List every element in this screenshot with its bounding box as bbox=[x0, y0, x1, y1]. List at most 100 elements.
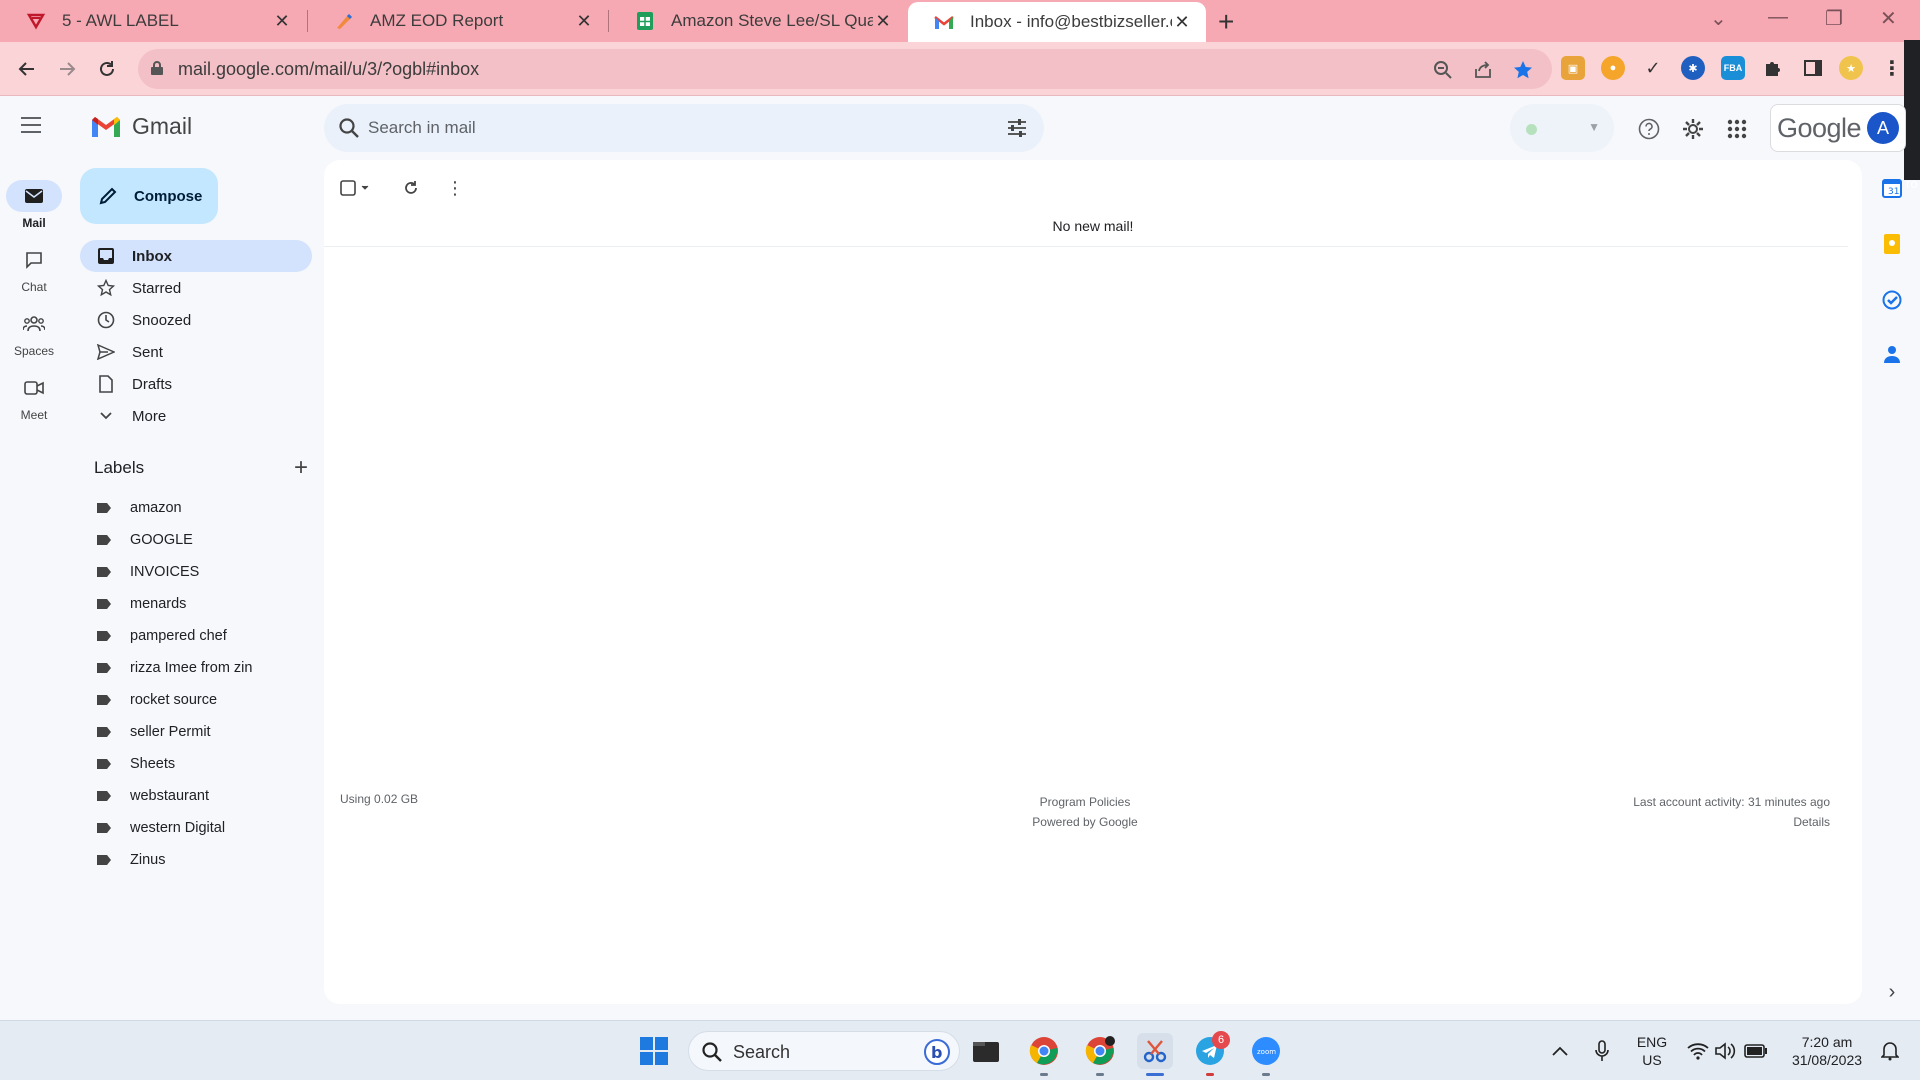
avatar[interactable]: A bbox=[1867, 112, 1899, 144]
extensions-puzzle-icon[interactable] bbox=[1761, 56, 1785, 80]
rail-item-mail[interactable]: Mail bbox=[0, 180, 68, 230]
extension-jar-icon[interactable]: ▣ bbox=[1561, 56, 1585, 80]
restore-window-icon[interactable]: ❐ bbox=[1825, 6, 1843, 31]
label-item[interactable]: GOOGLE bbox=[96, 528, 193, 552]
details-link[interactable]: Details bbox=[1633, 812, 1830, 832]
keep-icon[interactable] bbox=[1880, 232, 1904, 256]
snipping-tool-icon[interactable] bbox=[1137, 1033, 1173, 1069]
nav-item-inbox[interactable]: Inbox bbox=[80, 240, 312, 272]
share-icon[interactable] bbox=[1472, 59, 1494, 81]
clock[interactable]: 7:20 am 31/08/2023 bbox=[1782, 1033, 1872, 1069]
microphone-icon[interactable] bbox=[1584, 1033, 1620, 1069]
close-tab-icon[interactable]: ✕ bbox=[873, 11, 893, 32]
tab-label: Amazon Steve Lee/SL Quality (Lo bbox=[671, 11, 873, 30]
search-icon[interactable] bbox=[338, 117, 360, 144]
browser-tab-gmail-inbox[interactable]: Inbox - info@bestbizseller.com - ✕ bbox=[908, 2, 1206, 42]
label-item[interactable]: INVOICES bbox=[96, 560, 199, 584]
address-bar[interactable]: mail.google.com/mail/u/3/?ogbl#inbox bbox=[138, 49, 1552, 89]
forward-icon[interactable] bbox=[52, 54, 82, 84]
close-tab-icon[interactable]: ✕ bbox=[574, 11, 594, 32]
extension-prime-icon[interactable]: ✓ bbox=[1641, 56, 1665, 80]
close-tab-icon[interactable]: ✕ bbox=[1172, 12, 1192, 33]
extension-gear-icon[interactable]: ✱ bbox=[1681, 56, 1705, 80]
label-item[interactable]: rocket source bbox=[96, 688, 217, 712]
search-bar[interactable]: Search in mail bbox=[324, 104, 1044, 152]
label-item[interactable]: Sheets bbox=[96, 752, 175, 776]
label-item[interactable]: menards bbox=[96, 592, 186, 616]
chrome-icon[interactable] bbox=[1026, 1033, 1062, 1069]
google-apps-icon[interactable] bbox=[1724, 116, 1750, 142]
calendar-icon[interactable]: 31 bbox=[1880, 176, 1904, 200]
contacts-icon[interactable] bbox=[1880, 342, 1904, 366]
more-options-icon[interactable]: ⋮ bbox=[446, 174, 464, 202]
nav-item-sent[interactable]: Sent bbox=[80, 336, 312, 368]
chrome-profile-icon[interactable] bbox=[1082, 1033, 1118, 1069]
search-options-icon[interactable] bbox=[1006, 118, 1028, 143]
new-tab-button[interactable]: + bbox=[1218, 6, 1234, 38]
search-icon bbox=[701, 1041, 723, 1068]
program-policies-link[interactable]: Program Policies bbox=[324, 792, 1846, 812]
gmail-wordmark: Gmail bbox=[132, 113, 193, 139]
browser-tab-amz-eod-report[interactable]: AMZ EOD Report ✕ bbox=[308, 0, 608, 42]
select-all-checkbox[interactable] bbox=[340, 174, 370, 202]
zoom-app-icon[interactable]: zoom bbox=[1248, 1033, 1284, 1069]
close-tab-icon[interactable]: ✕ bbox=[272, 11, 292, 32]
running-indicator bbox=[1040, 1073, 1048, 1076]
help-icon[interactable] bbox=[1636, 116, 1662, 142]
back-icon[interactable] bbox=[12, 54, 42, 84]
label-name: rocket source bbox=[130, 692, 218, 708]
compose-button[interactable]: Compose bbox=[80, 168, 218, 224]
battery-icon[interactable] bbox=[1738, 1033, 1774, 1069]
reload-icon[interactable] bbox=[92, 54, 122, 84]
settings-gear-icon[interactable] bbox=[1680, 116, 1706, 142]
notifications-icon[interactable] bbox=[1872, 1033, 1908, 1069]
file-explorer-icon[interactable] bbox=[968, 1033, 1004, 1069]
bookmark-star-icon[interactable] bbox=[1512, 59, 1534, 81]
bing-icon[interactable]: b bbox=[923, 1038, 951, 1071]
tasks-icon[interactable] bbox=[1880, 288, 1904, 312]
label-name: INVOICES bbox=[130, 564, 200, 580]
nav-item-drafts[interactable]: Drafts bbox=[80, 368, 312, 400]
label-item[interactable]: seller Permit bbox=[96, 720, 211, 744]
zoom-out-icon[interactable] bbox=[1432, 59, 1454, 81]
chevron-up-icon[interactable] bbox=[1542, 1033, 1578, 1069]
side-panel-icon[interactable] bbox=[1801, 56, 1825, 80]
status-selector[interactable]: ▼ bbox=[1510, 104, 1614, 152]
label-tag-icon bbox=[96, 790, 112, 802]
browser-tab-amazon-quality[interactable]: Amazon Steve Lee/SL Quality (Lo ✕ bbox=[609, 0, 907, 42]
label-item[interactable]: western Digital bbox=[96, 816, 225, 840]
label-item[interactable]: amazon bbox=[96, 496, 182, 520]
tab-search-chevron-icon[interactable]: ⌄ bbox=[1710, 6, 1727, 31]
input-language[interactable]: ENG US bbox=[1630, 1033, 1674, 1069]
account-switcher[interactable]: Google A bbox=[1770, 104, 1906, 152]
browser-tab-awl-label[interactable]: 5 - AWL LABEL ✕ bbox=[0, 0, 306, 42]
create-label-icon[interactable]: + bbox=[294, 454, 308, 482]
search-input[interactable]: Search in mail bbox=[368, 118, 476, 138]
browser-menu-icon[interactable]: ⋮ bbox=[1880, 56, 1904, 80]
awl-favicon-icon bbox=[26, 11, 46, 31]
extension-orange-icon[interactable]: ● bbox=[1601, 56, 1625, 80]
gmail-logo[interactable]: Gmail bbox=[90, 113, 192, 140]
close-window-icon[interactable]: ✕ bbox=[1880, 6, 1897, 31]
nav-item-snoozed[interactable]: Snoozed bbox=[80, 304, 312, 336]
rail-item-chat[interactable]: Chat bbox=[0, 244, 68, 294]
nav-item-starred[interactable]: Starred bbox=[80, 272, 312, 304]
minimize-window-icon[interactable]: — bbox=[1768, 6, 1788, 29]
label-item[interactable]: Zinus bbox=[96, 848, 165, 872]
refresh-icon[interactable] bbox=[402, 174, 420, 202]
chevron-right-icon[interactable]: › bbox=[1880, 980, 1904, 1004]
rail-item-spaces[interactable]: Spaces bbox=[0, 308, 68, 358]
label-item[interactable]: webstaurant bbox=[96, 784, 209, 808]
main-menu-icon[interactable] bbox=[20, 116, 48, 140]
rail-item-meet[interactable]: Meet bbox=[0, 372, 68, 422]
region-code: US bbox=[1642, 1052, 1662, 1068]
label-item[interactable]: pampered chef bbox=[96, 624, 227, 648]
extension-fba-icon[interactable]: FBA bbox=[1721, 56, 1745, 80]
profile-avatar-icon[interactable]: ★ bbox=[1839, 56, 1863, 80]
label-tag-icon bbox=[96, 566, 112, 578]
label-tag-icon bbox=[96, 822, 112, 834]
taskbar-search[interactable]: Search b bbox=[688, 1031, 960, 1071]
windows-start-icon[interactable] bbox=[636, 1033, 672, 1069]
label-item[interactable]: rizza Imee from zin bbox=[96, 656, 252, 680]
nav-item-more[interactable]: More bbox=[80, 400, 312, 432]
